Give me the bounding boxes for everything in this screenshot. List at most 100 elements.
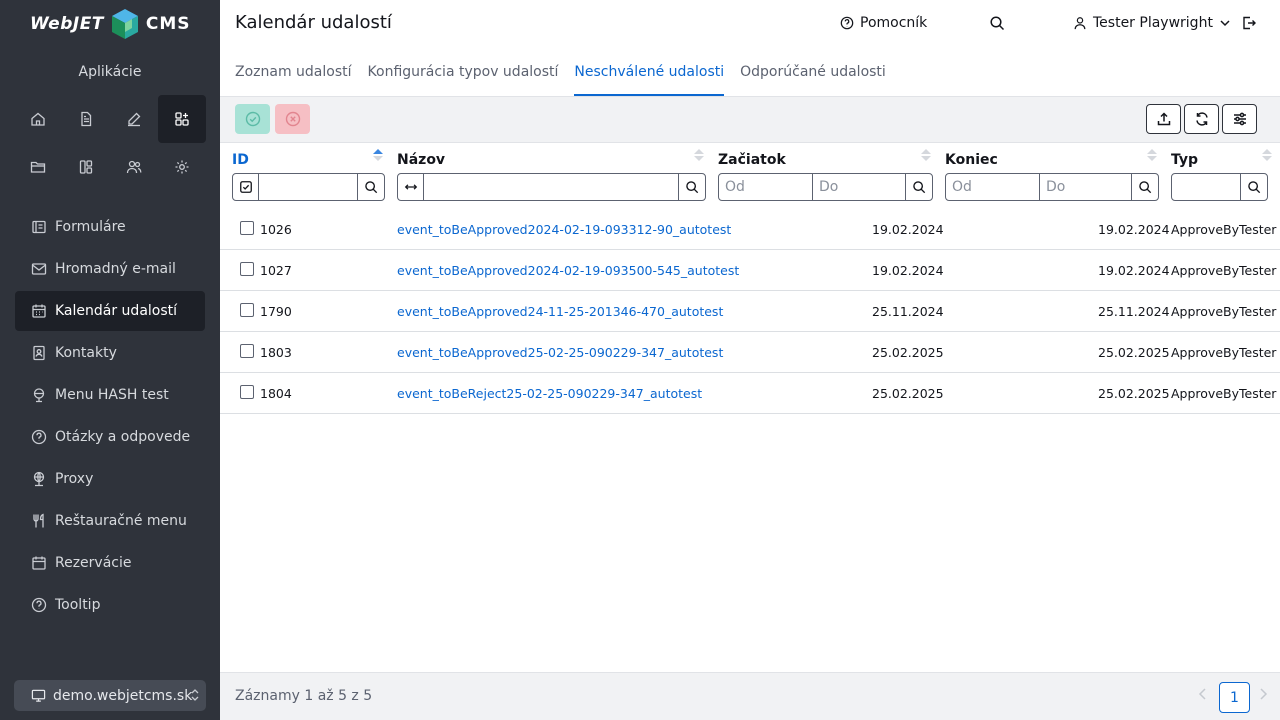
sidebar-item-restauracne-menu[interactable]: Reštauračné menu bbox=[15, 501, 205, 541]
question-icon bbox=[31, 429, 47, 445]
row-checkbox[interactable] bbox=[240, 344, 254, 358]
cell-type: ApproveByTester bbox=[1171, 345, 1277, 360]
settings-button[interactable] bbox=[1222, 104, 1257, 134]
gear-icon[interactable] bbox=[158, 143, 206, 191]
sidebar-item-menu-hash-test[interactable]: Menu HASH test bbox=[15, 375, 205, 415]
reject-button[interactable] bbox=[275, 104, 310, 134]
mail-icon bbox=[31, 263, 47, 275]
column-header-start[interactable]: Začiatok bbox=[718, 152, 786, 168]
search-button[interactable] bbox=[989, 15, 1005, 31]
approve-button[interactable] bbox=[235, 104, 270, 134]
logo[interactable]: WebJET CMS bbox=[30, 8, 191, 40]
column-header-end[interactable]: Koniec bbox=[945, 152, 998, 168]
layout-icon[interactable] bbox=[62, 143, 110, 191]
chevron-left-icon bbox=[1198, 688, 1206, 700]
page-1-button[interactable]: 1 bbox=[1219, 682, 1250, 713]
column-header-name[interactable]: Názov bbox=[397, 152, 445, 168]
end-date-filter: Od Do bbox=[945, 173, 1159, 201]
start-filter-search[interactable] bbox=[906, 174, 932, 200]
start-from-input[interactable]: Od bbox=[719, 174, 813, 200]
cell-name-link[interactable]: event_toBeApproved25-02-25-090229-347_au… bbox=[397, 345, 723, 360]
apps-icon[interactable] bbox=[158, 95, 206, 143]
logo-cube-icon bbox=[111, 9, 138, 39]
search-icon bbox=[990, 16, 1005, 31]
cell-type: ApproveByTester bbox=[1171, 222, 1277, 237]
sidebar-item-kalendar-udalosti[interactable]: Kalendár udalostí bbox=[15, 291, 205, 331]
table-row[interactable]: 1803 event_toBeApproved25-02-25-090229-3… bbox=[220, 332, 1280, 373]
start-date-filter: Od Do bbox=[718, 173, 933, 201]
export-button[interactable] bbox=[1146, 104, 1181, 134]
sidebar-item-proxy[interactable]: Proxy bbox=[15, 459, 205, 499]
logout-icon bbox=[1243, 16, 1256, 30]
help-link[interactable]: Pomocník bbox=[840, 15, 927, 31]
cell-name-link[interactable]: event_toBeApproved2024-02-19-093312-90_a… bbox=[397, 222, 731, 237]
end-to-input[interactable]: Do bbox=[1040, 174, 1132, 200]
column-header-id[interactable]: ID bbox=[232, 152, 249, 168]
sort-indicator bbox=[1147, 149, 1157, 161]
sidebar-item-label: Kalendár udalostí bbox=[55, 303, 178, 319]
cell-start: 19.02.2024 bbox=[872, 222, 944, 237]
row-checkbox[interactable] bbox=[240, 303, 254, 317]
tab-odporucane-udalosti[interactable]: Odporúčané udalosti bbox=[740, 56, 886, 96]
sidebar-item-otazky-a-odpovede[interactable]: Otázky a odpovede bbox=[15, 417, 205, 457]
match-mode-toggle[interactable] bbox=[398, 174, 424, 200]
tab-neschvalene-udalosti[interactable]: Neschválené udalosti bbox=[574, 56, 725, 96]
document-icon[interactable] bbox=[62, 95, 110, 143]
column-header-type[interactable]: Typ bbox=[1171, 152, 1198, 168]
sidebar-item-tooltip[interactable]: Tooltip bbox=[15, 585, 205, 625]
sidebar-item-label: Kontakty bbox=[55, 345, 117, 361]
id-filter-search[interactable] bbox=[358, 174, 384, 200]
row-checkbox[interactable] bbox=[240, 262, 254, 276]
cell-id: 1026 bbox=[260, 222, 292, 237]
sidebar: WebJET CMS Aplikácie Formuláre Hromadný … bbox=[0, 0, 220, 720]
logout-button[interactable] bbox=[1241, 15, 1257, 31]
end-from-input[interactable]: Od bbox=[946, 174, 1040, 200]
tab-zoznam-udalosti[interactable]: Zoznam udalostí bbox=[235, 56, 352, 96]
name-filter-search[interactable] bbox=[679, 174, 705, 200]
next-page-button[interactable] bbox=[1258, 687, 1268, 701]
prev-page-button[interactable] bbox=[1198, 687, 1208, 701]
sidebar-item-label: Proxy bbox=[55, 471, 94, 487]
type-filter-input[interactable] bbox=[1172, 174, 1241, 200]
sidebar-item-kontakty[interactable]: Kontakty bbox=[15, 333, 205, 373]
row-checkbox[interactable] bbox=[240, 221, 254, 235]
table-row[interactable]: 1026 event_toBeApproved2024-02-19-093312… bbox=[220, 209, 1280, 250]
search-icon bbox=[1139, 181, 1152, 194]
edit-icon[interactable] bbox=[110, 95, 158, 143]
cell-name-link[interactable]: event_toBeReject25-02-25-090229-347_auto… bbox=[397, 386, 702, 401]
table-row[interactable]: 1804 event_toBeReject25-02-25-090229-347… bbox=[220, 373, 1280, 414]
home-icon[interactable] bbox=[14, 95, 62, 143]
user-menu[interactable]: Tester Playwright bbox=[1073, 15, 1231, 31]
refresh-icon bbox=[1195, 112, 1208, 126]
table-row[interactable]: 1790 event_toBeApproved24-11-25-201346-4… bbox=[220, 291, 1280, 332]
type-filter bbox=[1171, 173, 1268, 201]
sort-indicator bbox=[921, 149, 931, 161]
sidebar-item-label: Menu HASH test bbox=[55, 387, 169, 403]
users-icon[interactable] bbox=[110, 143, 158, 191]
cell-name-link[interactable]: event_toBeApproved2024-02-19-093500-545_… bbox=[397, 263, 739, 278]
sidebar-nav: Formuláre Hromadný e-mail Kalendár udalo… bbox=[15, 207, 205, 627]
start-to-input[interactable]: Do bbox=[813, 174, 906, 200]
sidebar-item-formulare[interactable]: Formuláre bbox=[15, 207, 205, 247]
tab-konfiguracia-typov[interactable]: Konfigurácia typov udalostí bbox=[368, 56, 559, 96]
reload-button[interactable] bbox=[1184, 104, 1219, 134]
cell-type: ApproveByTester bbox=[1171, 386, 1277, 401]
monitor-icon bbox=[31, 689, 46, 702]
sidebar-item-rezervacie[interactable]: Rezervácie bbox=[15, 543, 205, 583]
cell-name-link[interactable]: event_toBeApproved24-11-25-201346-470_au… bbox=[397, 304, 723, 319]
upload-icon bbox=[1157, 112, 1170, 126]
select-all-toggle[interactable] bbox=[233, 174, 259, 200]
domain-selector[interactable]: demo.webjetcms.sk bbox=[14, 680, 206, 711]
sidebar-item-label: Tooltip bbox=[55, 597, 101, 613]
help-label: Pomocník bbox=[860, 15, 928, 31]
name-filter-input[interactable] bbox=[424, 174, 679, 200]
sort-indicator bbox=[373, 149, 383, 161]
end-filter-search[interactable] bbox=[1132, 174, 1158, 200]
sort-indicator bbox=[694, 149, 704, 161]
table-row[interactable]: 1027 event_toBeApproved2024-02-19-093500… bbox=[220, 250, 1280, 291]
type-filter-search[interactable] bbox=[1241, 174, 1267, 200]
row-checkbox[interactable] bbox=[240, 385, 254, 399]
sidebar-item-hromadny-email[interactable]: Hromadný e-mail bbox=[15, 249, 205, 289]
folder-icon[interactable] bbox=[14, 143, 62, 191]
id-filter-input[interactable] bbox=[259, 174, 358, 200]
